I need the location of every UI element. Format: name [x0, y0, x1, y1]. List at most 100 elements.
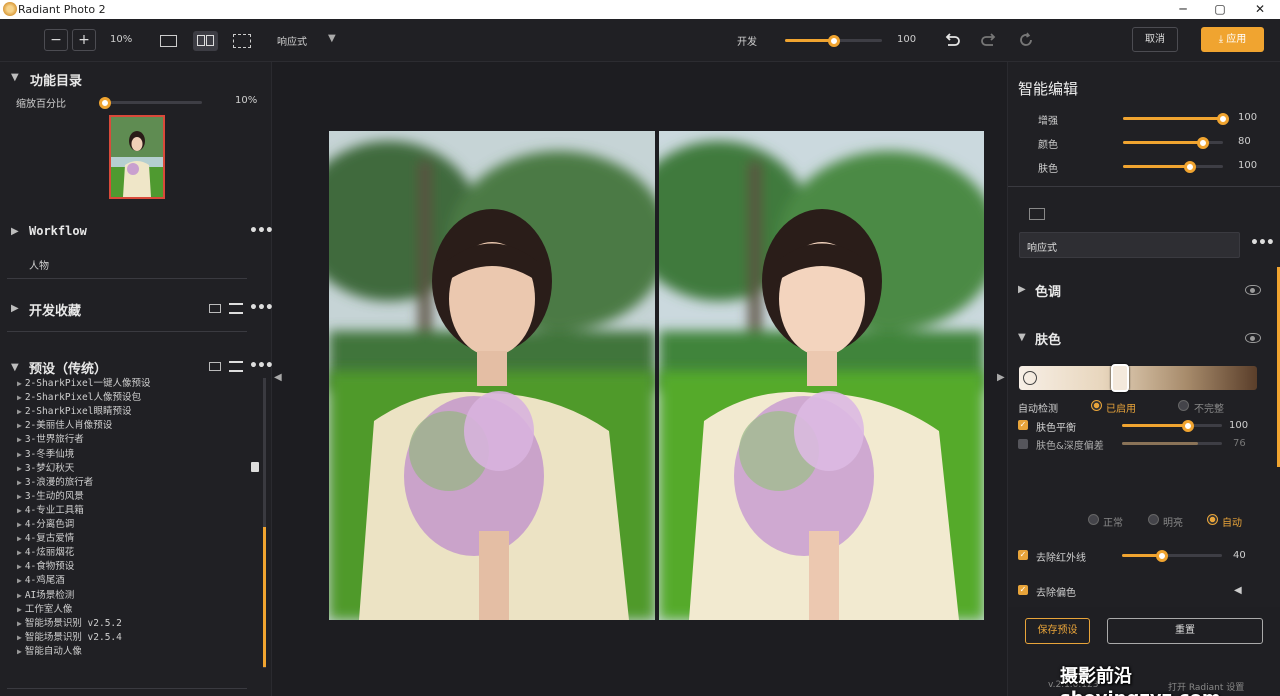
- save-preset-button[interactable]: 保存预设: [1025, 618, 1090, 644]
- mode-auto-radio[interactable]: [1207, 514, 1218, 525]
- preset-item[interactable]: ▶ 4-分离色调: [17, 516, 74, 530]
- eye-icon[interactable]: [1245, 333, 1261, 343]
- skin-tone-picker[interactable]: [1019, 364, 1257, 392]
- expand-triangle-icon[interactable]: ▶: [17, 407, 22, 416]
- preset-more-icon[interactable]: •••: [1250, 235, 1275, 251]
- preset-select[interactable]: 响应式: [1019, 232, 1240, 258]
- minimize-button[interactable]: ─: [1166, 0, 1200, 19]
- close-button[interactable]: ✕: [1243, 0, 1277, 19]
- trash-icon[interactable]: [251, 462, 259, 472]
- expand-triangle-icon[interactable]: ▶: [17, 534, 22, 543]
- skin-balance-checkbox[interactable]: ✓: [1018, 420, 1028, 430]
- expand-triangle-icon[interactable]: ▶: [17, 619, 22, 628]
- scale-slider[interactable]: [99, 96, 202, 109]
- preset-item[interactable]: ▶ 2-SharkPixel眼睛预设: [17, 403, 131, 417]
- preset-item[interactable]: ▶ 智能场景识别 v2.5.4: [17, 629, 122, 643]
- expand-triangle-icon[interactable]: ▶: [17, 393, 22, 402]
- expand-triangle-icon[interactable]: ▶: [17, 464, 22, 473]
- expand-triangle-icon[interactable]: ▶: [17, 520, 22, 529]
- preset-item[interactable]: ▶ 4-鸡尾酒: [17, 572, 65, 586]
- grid-view-icon[interactable]: [209, 304, 221, 313]
- eye-icon[interactable]: [1245, 285, 1261, 295]
- apply-button[interactable]: ⤓ 应用: [1201, 27, 1264, 52]
- collapse-triangle-icon[interactable]: ▼: [11, 72, 19, 83]
- preset-item[interactable]: ▶ 3-梦幻秋天: [17, 460, 74, 474]
- preset-item[interactable]: ▶ 4-复古爱情: [17, 530, 74, 544]
- expand-triangle-icon[interactable]: ▶: [17, 478, 22, 487]
- before-photo[interactable]: [329, 131, 655, 620]
- grid-view-icon[interactable]: [209, 362, 221, 371]
- expand-triangle-icon[interactable]: ▶: [17, 605, 22, 614]
- preset-item[interactable]: ▶ 2-SharkPixel人像预设包: [17, 389, 141, 403]
- expand-triangle-icon[interactable]: ▶: [17, 591, 22, 600]
- redo-icon[interactable]: [980, 31, 998, 49]
- strength-slider[interactable]: [785, 34, 882, 47]
- scrollbar-thumb[interactable]: [263, 527, 266, 667]
- mode-normal-radio[interactable]: [1088, 514, 1099, 525]
- smart-slider[interactable]: [1123, 136, 1223, 149]
- image-icon[interactable]: [1029, 208, 1045, 220]
- thumbnail-image[interactable]: [109, 115, 165, 199]
- auto-detect-off-radio[interactable]: [1178, 400, 1189, 411]
- skin-depth-slider[interactable]: [1122, 442, 1222, 445]
- skin-depth-checkbox[interactable]: [1018, 439, 1028, 449]
- list-view-icon[interactable]: [229, 361, 243, 372]
- presets-more-icon[interactable]: •••: [249, 358, 274, 374]
- preset-item[interactable]: ▶ 3-生动的风景: [17, 488, 84, 502]
- preset-item[interactable]: ▶ 3-世界旅行者: [17, 431, 84, 445]
- expand-triangle-icon[interactable]: ▶: [17, 435, 22, 444]
- favorites-more-icon[interactable]: •••: [249, 300, 274, 316]
- expand-triangle-icon[interactable]: ▶: [17, 647, 22, 656]
- expand-left-icon[interactable]: ◀: [1234, 585, 1242, 596]
- mode-bright-radio[interactable]: [1148, 514, 1159, 525]
- expand-triangle-icon[interactable]: ▶: [17, 450, 22, 459]
- after-photo[interactable]: [659, 131, 984, 620]
- refresh-icon[interactable]: [1017, 31, 1035, 49]
- smart-slider[interactable]: [1123, 160, 1223, 173]
- remove-ir-slider[interactable]: [1122, 549, 1222, 562]
- maximize-button[interactable]: ▢: [1203, 0, 1237, 19]
- workflow-more-icon[interactable]: •••: [249, 223, 274, 239]
- expand-triangle-icon[interactable]: ▶: [17, 492, 22, 501]
- compare-view-icon[interactable]: [233, 34, 251, 48]
- expand-triangle-icon[interactable]: ▶: [17, 633, 22, 642]
- expand-triangle-icon[interactable]: ▶: [17, 379, 22, 388]
- preset-item[interactable]: ▶ 工作室人像: [17, 601, 72, 615]
- collapse-triangle-icon[interactable]: ▼: [11, 362, 19, 373]
- preset-item[interactable]: ▶ 3-冬季仙境: [17, 446, 74, 460]
- expand-triangle-icon[interactable]: ▶: [17, 562, 22, 571]
- remove-ir-checkbox[interactable]: ✓: [1018, 550, 1028, 560]
- workflow-item[interactable]: 人物: [29, 257, 49, 272]
- zoom-in-button[interactable]: +: [72, 29, 96, 51]
- expand-triangle-icon[interactable]: ▶: [11, 226, 19, 237]
- expand-triangle-icon[interactable]: ▶: [17, 421, 22, 430]
- collapse-left-icon[interactable]: ◀: [274, 372, 282, 383]
- preset-item[interactable]: ▶ 智能自动人像: [17, 643, 82, 657]
- remove-cast-checkbox[interactable]: ✓: [1018, 585, 1028, 595]
- preset-item[interactable]: ▶ 3-浪漫的旅行者: [17, 474, 93, 488]
- expand-triangle-icon[interactable]: ▶: [17, 506, 22, 515]
- collapse-right-icon[interactable]: ▶: [997, 372, 1005, 383]
- collapse-triangle-icon[interactable]: ▼: [1018, 332, 1026, 343]
- split-view-icon[interactable]: [193, 31, 218, 51]
- preset-item[interactable]: ▶ 4-食物预设: [17, 558, 74, 572]
- chevron-down-icon[interactable]: ▼: [328, 33, 336, 44]
- skin-tone-handle[interactable]: [1111, 364, 1129, 392]
- single-view-icon[interactable]: [160, 35, 177, 47]
- expand-triangle-icon[interactable]: ▶: [17, 548, 22, 557]
- skin-balance-slider[interactable]: [1122, 419, 1222, 432]
- expand-triangle-icon[interactable]: ▶: [11, 303, 19, 314]
- preset-item[interactable]: ▶ 2-SharkPixel一键人像预设: [17, 375, 150, 389]
- expand-triangle-icon[interactable]: ▶: [17, 576, 22, 585]
- list-view-icon[interactable]: [229, 303, 243, 314]
- zoom-out-button[interactable]: −: [44, 29, 68, 51]
- auto-detect-on-radio[interactable]: [1091, 400, 1102, 411]
- preset-item[interactable]: ▶ AI场景检测: [17, 587, 74, 601]
- undo-icon[interactable]: [943, 31, 961, 49]
- view-mode-select[interactable]: 响应式: [277, 33, 307, 48]
- preset-item[interactable]: ▶ 2-美丽佳人肖像预设: [17, 417, 112, 431]
- picker-disable-icon[interactable]: [1023, 371, 1037, 385]
- smart-slider[interactable]: [1123, 112, 1229, 125]
- preset-item[interactable]: ▶ 4-炫丽烟花: [17, 544, 74, 558]
- preset-item[interactable]: ▶ 4-专业工具箱: [17, 502, 84, 516]
